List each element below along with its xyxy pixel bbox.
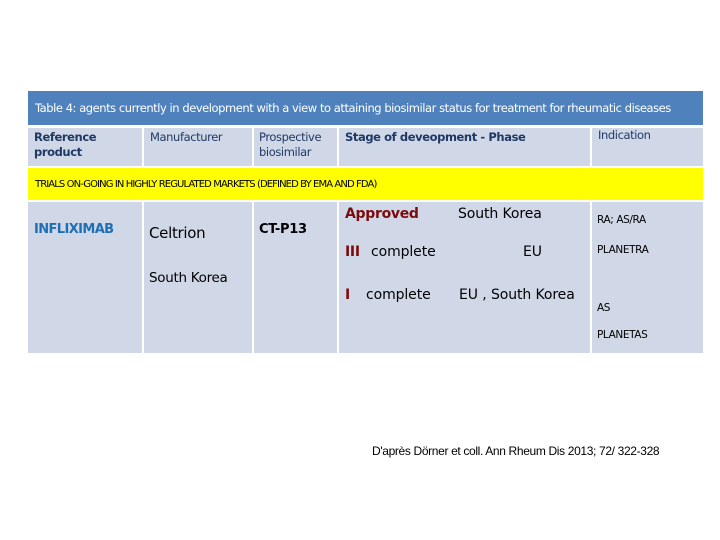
cell-stage: Approved South Korea III complete EU I c… [339,202,590,353]
citation: D'après Dörner et coll. Ann Rheum Dis 20… [372,444,660,458]
indication-ra-as: RA; AS/RA [597,214,646,226]
header-manufacturer: Manufacturer [144,128,252,166]
manufacturer-name: Celtrion [149,224,206,242]
header-prospective-biosimilar-line1: Prospective [259,130,322,144]
stage-phase-approved: Approved [345,206,419,222]
stage-status-iii: complete [371,244,436,260]
header-prospective-biosimilar-line2: biosimilar [259,145,312,159]
section-banner: TRIALS ON-GOING IN HIGHLY REGULATED MARK… [28,168,703,200]
stage-region-iii: EU [523,244,542,260]
cell-indication: RA; AS/RA PLANETRA AS PLANETAS [592,202,703,353]
stage-phase-iii: III [345,244,360,260]
cell-manufacturer: Celtrion South Korea [144,202,252,353]
reference-product: INFLIXIMAB [34,222,114,237]
cell-reference-product: INFLIXIMAB [28,202,142,353]
header-stage: Stage of deveopment - Phase [339,128,590,166]
indication-planetra: PLANETRA [597,244,649,256]
prospective-biosimilar: CT-P13 [259,222,307,237]
stage-region-i: EU , South Korea [459,287,575,303]
indication-planetas: PLANETAS [597,329,648,341]
cell-prospective-biosimilar: CT-P13 [254,202,337,353]
table-title: Table 4: agents currently in development… [28,91,703,125]
header-prospective-biosimilar: Prospective biosimilar [254,128,337,166]
stage-phase-i: I [345,287,350,303]
stage-status-i: complete [366,287,431,303]
indication-as: AS [597,302,611,314]
header-reference-product: Reference product [28,128,142,166]
header-indication: Indication [592,128,703,166]
stage-region-approved: South Korea [458,206,542,222]
manufacturer-country: South Korea [149,270,228,286]
